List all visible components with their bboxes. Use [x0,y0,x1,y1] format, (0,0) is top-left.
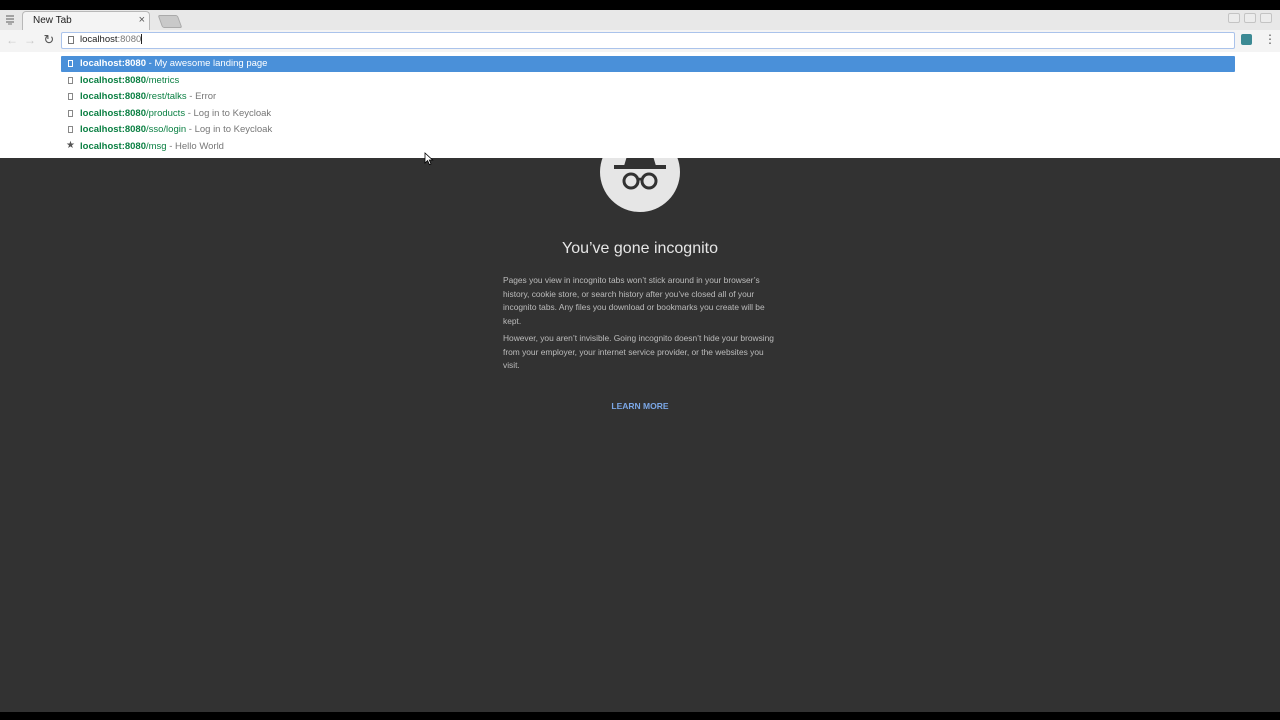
back-arrow-icon[interactable]: ← [5,33,19,47]
text-caret [141,34,143,45]
page-title: You’ve gone incognito [562,240,718,257]
close-window-button[interactable] [1260,13,1272,23]
tab-close-icon[interactable]: × [139,14,145,26]
window-menu-icon[interactable] [4,14,16,26]
tab-title: New Tab [33,15,72,26]
address-bar[interactable]: localhost:8080 [61,32,1235,49]
suggestion-text: localhost:8080/metrics [80,74,180,86]
page-icon [68,76,73,84]
extension-icon[interactable] [1241,34,1252,45]
suggestion-item[interactable]: localhost:8080/sso/login - Log in to Key… [61,122,1235,138]
omnibox-suggestions: localhost:8080 - My awesome landing page… [0,52,1280,158]
incognito-spy-icon [600,158,680,212]
star-icon: ★ [66,140,75,151]
learn-more-link[interactable]: LEARN MORE [560,401,720,411]
suggestion-item[interactable]: localhost:8080/rest/talks - Error [61,89,1235,105]
suggestion-text: localhost:8080 - My awesome landing page [80,58,268,69]
forward-arrow-icon[interactable]: → [23,33,37,47]
address-bar-text[interactable]: localhost:8080 [80,34,143,45]
reload-icon[interactable]: ↻ [42,33,56,47]
page-icon [68,93,73,101]
window-controls [1228,13,1272,23]
suggestion-item[interactable]: ★ localhost:8080/msg - Hello World [61,139,1235,155]
tab-strip: New Tab × [0,10,1280,30]
browser-window: New Tab × ← → ↻ localhost:8080 ⋮ localho… [0,10,1280,712]
suggestion-text: localhost:8080/rest/talks - Error [80,91,217,103]
address-typed-text: localhost [80,34,118,45]
page-icon [68,60,73,67]
incognito-description: Pages you view in incognito tabs won’t s… [503,275,765,326]
page-icon [68,36,74,44]
mouse-cursor-icon [424,152,434,166]
suggestion-item[interactable]: localhost:8080/metrics [61,73,1235,89]
new-tab-button[interactable] [157,15,183,28]
tab-new-tab[interactable]: New Tab × [22,11,150,30]
suggestion-item[interactable]: localhost:8080/products - Log in to Keyc… [61,106,1235,122]
address-autocomplete-text: :8080 [117,34,142,45]
incognito-page: You’ve gone incognito Pages you view in … [0,158,1280,712]
suggestion-text: localhost:8080/products - Log in to Keyc… [80,107,272,119]
suggestion-item[interactable]: localhost:8080 - My awesome landing page [61,56,1235,72]
toolbar: ← → ↻ localhost:8080 ⋮ [0,30,1280,52]
maximize-button[interactable] [1244,13,1256,23]
suggestion-text: localhost:8080/msg - Hello World [80,141,224,152]
page-icon [68,109,73,117]
menu-kebab-icon[interactable]: ⋮ [1264,32,1276,46]
incognito-warning: However, you aren’t invisible. Going inc… [503,333,774,370]
minimize-button[interactable] [1228,13,1240,23]
suggestion-text: localhost:8080/sso/login - Log in to Key… [80,124,273,136]
page-icon [68,126,73,134]
